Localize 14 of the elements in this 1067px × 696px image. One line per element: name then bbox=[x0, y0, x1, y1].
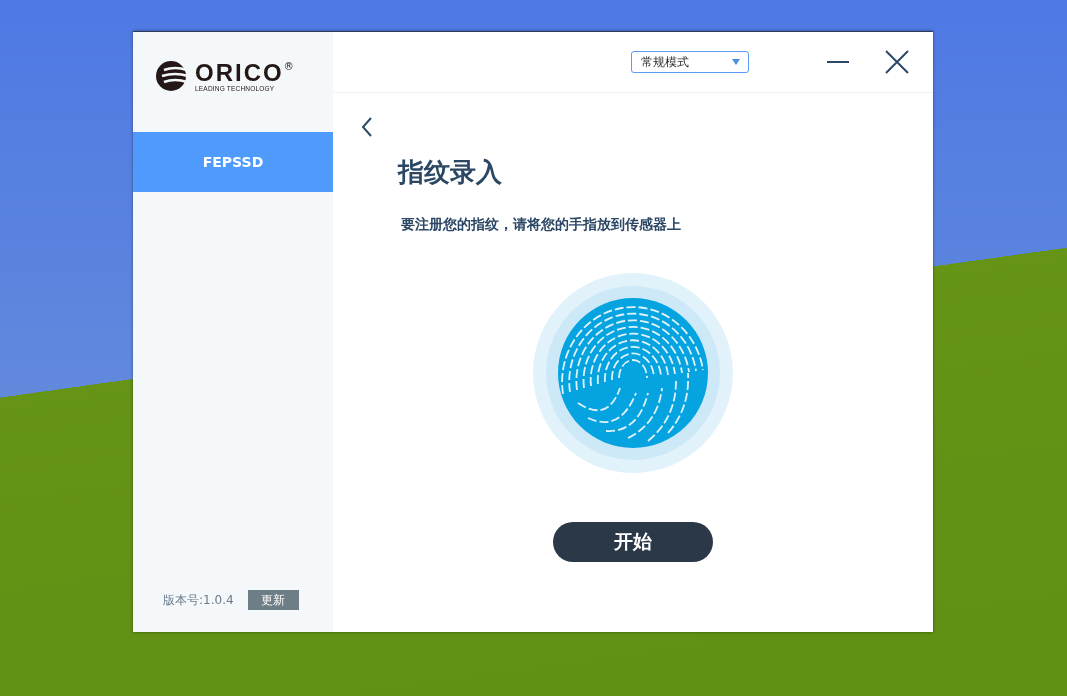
logo-icon bbox=[155, 60, 189, 92]
brand-name: ORICO bbox=[195, 60, 284, 85]
page-title: 指纹录入 bbox=[398, 156, 502, 189]
registered-mark: ® bbox=[283, 60, 294, 72]
fingerprint-icon bbox=[533, 273, 733, 473]
minimize-icon[interactable] bbox=[827, 60, 849, 64]
update-button[interactable]: 更新 bbox=[247, 590, 299, 610]
version-label: 版本号:1.0.4 bbox=[163, 591, 234, 609]
instruction-text: 要注册您的指纹，请将您的手指放到传感器上 bbox=[401, 216, 681, 234]
start-button[interactable]: 开始 bbox=[553, 522, 713, 562]
mode-dropdown[interactable]: 常规模式 bbox=[631, 51, 749, 73]
close-icon[interactable] bbox=[885, 50, 909, 74]
dropdown-caret-icon bbox=[732, 59, 740, 65]
back-chevron-icon[interactable] bbox=[361, 117, 373, 137]
